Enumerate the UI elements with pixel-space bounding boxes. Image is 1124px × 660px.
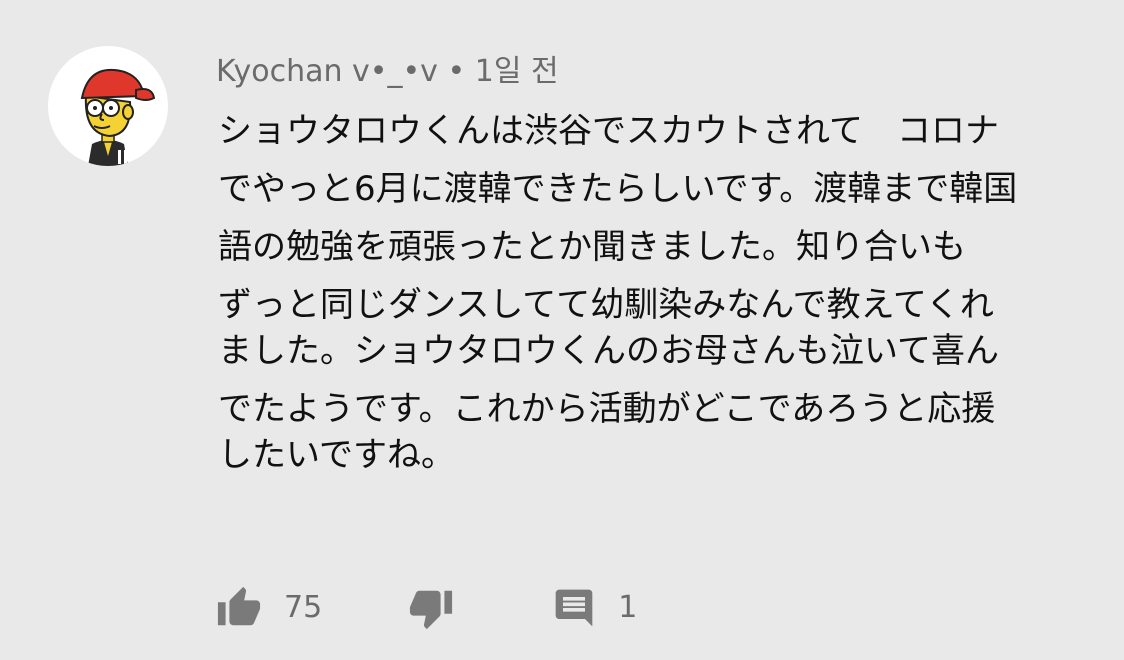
comment-actions: 75 1: [216, 584, 637, 632]
comment-text-line: ずっと同じダンスしてて幼馴染みなんで教えてくれ: [218, 285, 994, 325]
meta-separator: •: [447, 54, 466, 89]
comment-text-line: でやっと6月に渡韓できたらしいです。渡韓まで韓国: [218, 169, 1018, 209]
comment-icon: [555, 589, 593, 627]
like-count: 75: [284, 590, 323, 625]
thumbs-up-icon: [217, 586, 261, 626]
comment-timestamp[interactable]: 1일 전: [475, 54, 559, 89]
reply-count: 1: [618, 590, 638, 625]
comment-text-line: ました。ショウタロウくんのお母さんも泣いて喜ん: [218, 331, 999, 371]
author-name[interactable]: Kyochan v•_•v: [216, 54, 438, 89]
comment-text-line: ショウタロウくんは渋谷でスカウトされて コロナ: [218, 111, 999, 151]
comment-text-line: 語の勉強を頑張ったとか聞きました。知り合いも: [218, 227, 966, 267]
dislike-button[interactable]: [408, 585, 454, 631]
reply-button[interactable]: 1: [552, 586, 637, 630]
comment-text-line: したいですね。: [218, 435, 455, 475]
comment-header: Kyochan v•_•v • 1일 전: [216, 52, 559, 92]
avatar[interactable]: [48, 46, 168, 166]
like-button[interactable]: 75: [216, 585, 322, 631]
avatar-cartoon-icon: [80, 68, 156, 166]
comment-thread: Kyochan v•_•v • 1일 전 ショウタロウくんは渋谷でスカウトされて…: [0, 0, 1124, 660]
comment-text: ショウタロウくんは渋谷でスカウトされて コロナ でやっと6月に渡韓できたらしいで…: [218, 108, 1098, 478]
comment-text-line: でたようです。これから活動がどこであろうと応援: [218, 389, 996, 429]
thumbs-down-icon: [410, 590, 453, 630]
